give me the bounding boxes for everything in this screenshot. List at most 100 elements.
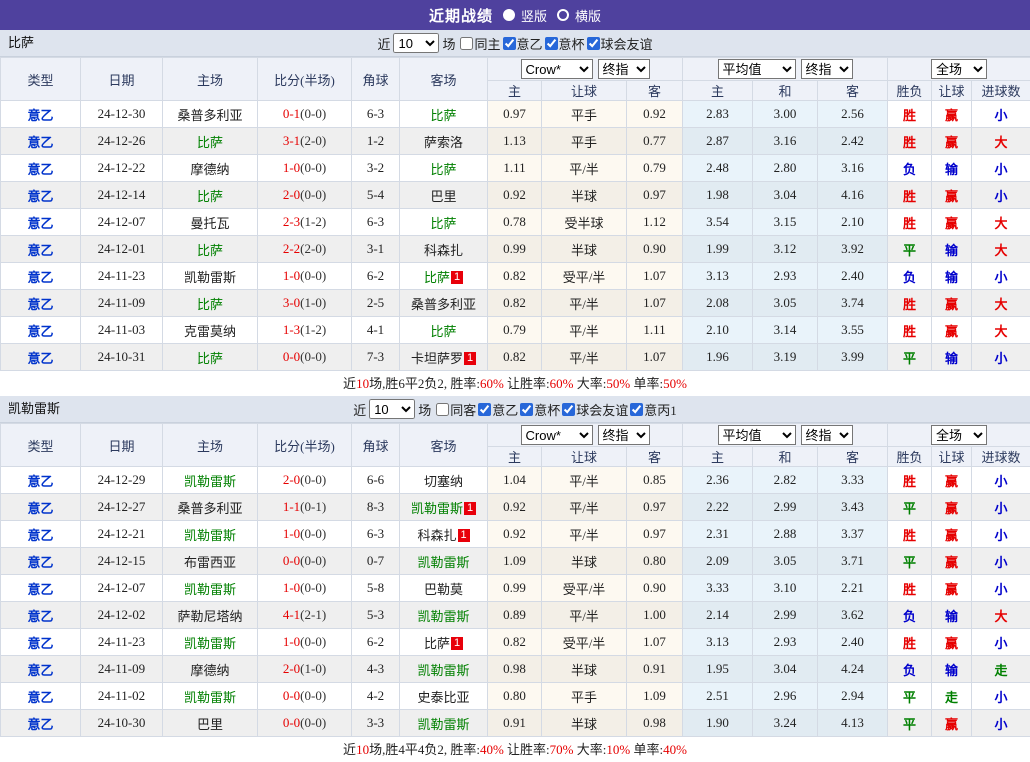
away-team-cell: 凯勒雷斯 [400, 548, 488, 575]
subheader-goals: 进球数 [972, 81, 1030, 101]
euro-odds-cell: 3.33 [818, 467, 888, 494]
red-card-badge: 1 [458, 529, 470, 542]
asia-odds-cell: 0.80 [627, 548, 683, 575]
filter-option[interactable]: 意乙 [503, 34, 543, 53]
filter-checkbox[interactable] [478, 403, 491, 416]
score-cell: 1-0(0-0) [258, 629, 352, 656]
scope-select[interactable]: 全场 [931, 59, 987, 79]
filter-option[interactable]: 意杯 [520, 400, 560, 419]
filter-option[interactable]: 意乙 [478, 400, 518, 419]
result-cell: 负 [888, 263, 932, 290]
date-cell: 24-12-01 [81, 236, 163, 263]
avg-source-select[interactable]: 平均值 [718, 425, 796, 445]
score-cell: 0-0(0-0) [258, 344, 352, 371]
asia-odds-cell: 半球 [542, 656, 627, 683]
filter-controls: 近 10 场 同客意乙意杯球会友谊意丙1 [353, 399, 677, 419]
odds-time-select[interactable]: 终指 [598, 425, 650, 445]
team-name: 卡坦萨罗 [411, 351, 463, 366]
asia-odds-cell: 1.04 [488, 467, 542, 494]
filter-option[interactable]: 意杯 [545, 34, 585, 53]
asia-odds-cell: 受平/半 [542, 575, 627, 602]
asia-odds-cell: 0.79 [627, 155, 683, 182]
filter-checkbox[interactable] [503, 37, 516, 50]
team-name: 比萨 [197, 135, 223, 150]
filter-checkbox[interactable] [630, 403, 643, 416]
corner-cell: 6-3 [352, 209, 400, 236]
asia-odds-cell: 0.92 [488, 521, 542, 548]
result-group-header: 全场 [888, 424, 1030, 447]
euro-odds-cell: 3.00 [753, 101, 818, 128]
result-cell: 胜 [888, 629, 932, 656]
home-team-cell: 曼托瓦 [163, 209, 258, 236]
date-cell: 24-12-26 [81, 128, 163, 155]
subheader-winlose: 胜负 [888, 447, 932, 467]
away-team-cell: 巴里 [400, 182, 488, 209]
header-away: 客场 [400, 424, 488, 467]
away-team-cell: 比萨 [400, 155, 488, 182]
team-name: 切塞纳 [424, 474, 463, 489]
euro-odds-cell: 2.56 [818, 101, 888, 128]
home-team-cell: 比萨 [163, 290, 258, 317]
scope-select[interactable]: 全场 [931, 425, 987, 445]
euro-odds-cell: 3.55 [818, 317, 888, 344]
asia-odds-cell: 0.91 [627, 656, 683, 683]
result-cell: 胜 [888, 101, 932, 128]
section-control-bar: 凯勒雷斯 近 10 场 同客意乙意杯球会友谊意丙1 [0, 396, 1030, 423]
summary-stat-value: 60% [480, 376, 504, 391]
half-score: (2-1) [300, 607, 326, 622]
asia-odds-cell: 1.11 [488, 155, 542, 182]
full-score: 3-1 [283, 133, 300, 148]
filter-checkbox[interactable] [562, 403, 575, 416]
asia-odds-cell: 半球 [542, 710, 627, 737]
summary-line: 近10场,胜6平2负2, 胜率:60% 让胜率:60% 大率:50% 单率:50… [0, 371, 1030, 396]
filter-checkbox[interactable] [545, 37, 558, 50]
home-team-cell: 布雷西亚 [163, 548, 258, 575]
asia-odds-cell: 平/半 [542, 344, 627, 371]
filter-option[interactable]: 球会友谊 [562, 400, 628, 419]
filter-label: 意丙1 [644, 400, 677, 419]
filter-list: 同客意乙意杯球会友谊意丙1 [434, 400, 677, 419]
layout-radio-horizontal[interactable] [557, 9, 569, 21]
result-cell: 平 [888, 710, 932, 737]
summary-stat-value: 10 [356, 376, 369, 391]
home-team-cell: 凯勒雷斯 [163, 521, 258, 548]
match-count-select[interactable]: 10 [369, 399, 415, 419]
filter-option[interactable]: 同主 [460, 34, 500, 53]
filter-option[interactable]: 同客 [436, 400, 476, 419]
header-corner: 角球 [352, 58, 400, 101]
result-cell: 赢 [932, 182, 972, 209]
avg-time-select[interactable]: 终指 [801, 59, 853, 79]
corner-cell: 6-3 [352, 521, 400, 548]
asia-odds-cell: 平/半 [542, 290, 627, 317]
team-name: 摩德纳 [190, 663, 229, 678]
date-cell: 24-11-09 [81, 290, 163, 317]
layout-radio-vertical[interactable] [503, 9, 515, 21]
league-cell: 意乙 [1, 494, 81, 521]
summary-stat-value: 70% [550, 742, 574, 757]
asia-odds-cell: 0.78 [488, 209, 542, 236]
avg-source-select[interactable]: 平均值 [718, 59, 796, 79]
filter-checkbox[interactable] [587, 37, 600, 50]
asia-odds-cell: 0.98 [627, 710, 683, 737]
home-team-cell: 桑普多利亚 [163, 101, 258, 128]
odds-source-select[interactable]: Crow* [521, 425, 593, 445]
odds-time-select[interactable]: 终指 [598, 59, 650, 79]
subheader-euro-away: 客 [818, 447, 888, 467]
odds-source-select[interactable]: Crow* [521, 59, 593, 79]
half-score: (0-0) [300, 580, 326, 595]
filter-option[interactable]: 意丙1 [630, 400, 677, 419]
euro-odds-cell: 1.96 [683, 344, 753, 371]
result-cell: 大 [972, 128, 1030, 155]
match-row: 意乙24-12-02萨勒尼塔纳4-1(2-1)5-3凯勒雷斯0.89平/半1.0… [1, 602, 1030, 629]
filter-checkbox[interactable] [436, 403, 449, 416]
away-team-cell: 比萨1 [400, 263, 488, 290]
filter-checkbox[interactable] [460, 37, 473, 50]
corner-cell: 6-6 [352, 467, 400, 494]
match-count-select[interactable]: 10 [393, 33, 439, 53]
filter-option[interactable]: 球会友谊 [587, 34, 653, 53]
avg-time-select[interactable]: 终指 [801, 425, 853, 445]
euro-odds-cell: 1.98 [683, 182, 753, 209]
filter-checkbox[interactable] [520, 403, 533, 416]
away-team-cell: 科森扎 [400, 236, 488, 263]
corner-cell: 1-2 [352, 128, 400, 155]
